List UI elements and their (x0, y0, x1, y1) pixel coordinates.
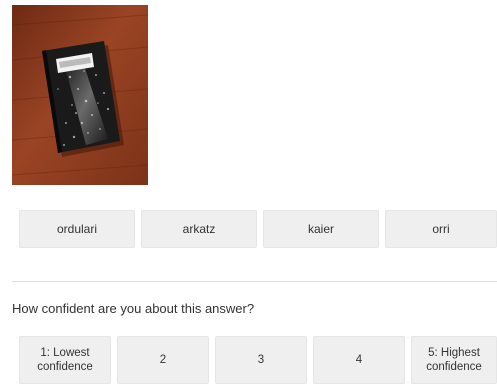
answer-options: ordulari arkatz kaier orri (19, 210, 497, 248)
answer-button-3[interactable]: kaier (263, 210, 379, 248)
answer-button-4[interactable]: orri (385, 210, 497, 248)
notebook-photo (12, 5, 148, 185)
confidence-options: 1: Lowest confidence 2 3 4 5: Highest co… (19, 336, 497, 384)
confidence-button-4[interactable]: 4 (313, 336, 405, 384)
confidence-button-3[interactable]: 3 (215, 336, 307, 384)
confidence-button-2[interactable]: 2 (117, 336, 209, 384)
answer-button-1[interactable]: ordulari (19, 210, 135, 248)
section-divider (12, 281, 497, 282)
confidence-question: How confident are you about this answer? (12, 301, 255, 316)
confidence-button-1[interactable]: 1: Lowest confidence (19, 336, 111, 384)
quiz-page: ordulari arkatz kaier orri How confident… (0, 0, 497, 385)
confidence-button-5[interactable]: 5: Highest confidence (411, 336, 497, 384)
answer-button-2[interactable]: arkatz (141, 210, 257, 248)
